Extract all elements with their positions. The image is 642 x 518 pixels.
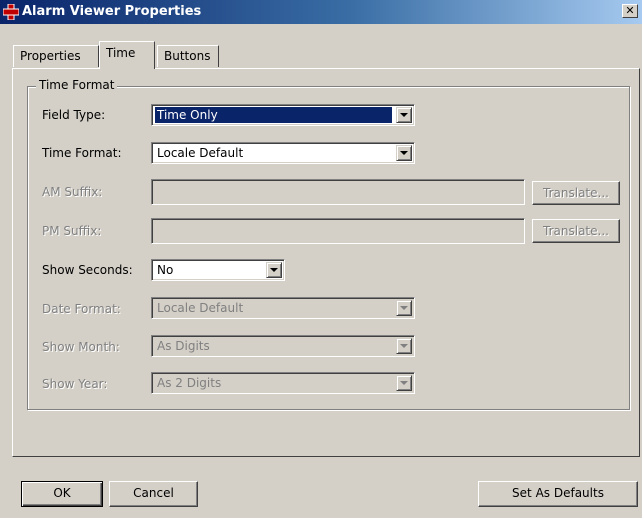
- show-year-select[interactable]: As 2 Digits: [151, 372, 415, 394]
- time-format-groupbox: [27, 86, 630, 410]
- pm-translate-button[interactable]: Translate...: [532, 219, 620, 243]
- pm-suffix-field[interactable]: [151, 218, 525, 244]
- pm-suffix-value: [155, 221, 159, 223]
- date-format-label: Date Format:: [42, 302, 121, 316]
- close-button[interactable]: ✕: [622, 4, 638, 18]
- show-year-label: Show Year:: [42, 377, 108, 391]
- app-icon: [3, 4, 19, 20]
- chevron-down-icon[interactable]: [396, 338, 412, 354]
- ok-button[interactable]: OK: [21, 481, 103, 507]
- field-type-label: Field Type:: [42, 108, 106, 122]
- tab-label: Time: [106, 46, 136, 60]
- chevron-down-icon[interactable]: [396, 375, 412, 391]
- pm-suffix-label: PM Suffix:: [42, 224, 102, 238]
- am-translate-button[interactable]: Translate...: [532, 181, 620, 205]
- show-month-select[interactable]: As Digits: [151, 335, 415, 357]
- show-month-value: As Digits: [157, 339, 210, 353]
- chevron-down-icon[interactable]: [396, 300, 412, 316]
- am-suffix-field[interactable]: [151, 179, 525, 205]
- tab-time[interactable]: Time: [99, 41, 155, 69]
- show-seconds-value: No: [157, 263, 174, 277]
- cancel-button[interactable]: Cancel: [109, 481, 198, 507]
- show-year-value: As 2 Digits: [157, 376, 222, 390]
- close-icon: ✕: [625, 4, 635, 17]
- tab-label: Buttons: [164, 49, 211, 63]
- window-title: Alarm Viewer Properties: [22, 4, 202, 19]
- show-seconds-label: Show Seconds:: [42, 263, 133, 277]
- field-type-select[interactable]: Time Only: [151, 104, 415, 126]
- date-format-value: Locale Default: [157, 301, 244, 315]
- am-suffix-value: [155, 182, 159, 184]
- am-suffix-label: AM Suffix:: [42, 185, 103, 199]
- chevron-down-icon[interactable]: [396, 145, 412, 161]
- tab-properties[interactable]: Properties: [13, 45, 99, 67]
- show-seconds-select[interactable]: No: [151, 259, 285, 281]
- groupbox-title: Time Format: [36, 78, 118, 92]
- date-format-select[interactable]: Locale Default: [151, 297, 415, 319]
- time-format-label: Time Format:: [42, 146, 122, 160]
- chevron-down-icon[interactable]: [396, 107, 412, 123]
- chevron-down-icon[interactable]: [266, 262, 282, 278]
- tab-label: Properties: [20, 49, 81, 63]
- set-as-defaults-button[interactable]: Set As Defaults: [478, 481, 638, 507]
- time-format-value: Locale Default: [157, 146, 244, 160]
- show-month-label: Show Month:: [42, 340, 120, 354]
- field-type-value: Time Only: [155, 107, 392, 123]
- time-format-select[interactable]: Locale Default: [151, 142, 415, 164]
- tab-buttons[interactable]: Buttons: [157, 45, 219, 67]
